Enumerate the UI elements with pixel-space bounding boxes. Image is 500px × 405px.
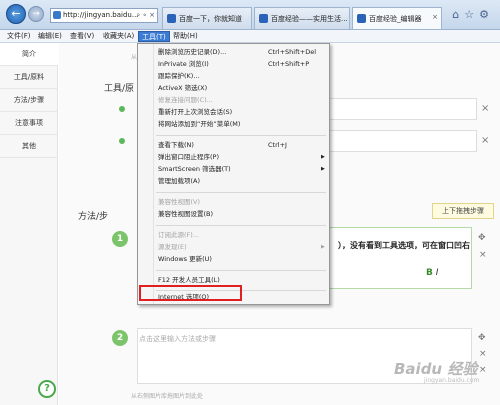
tab-label: 百度一下，你就知道 <box>179 15 242 23</box>
submenu-arrow-icon: ▶ <box>321 154 325 160</box>
menu-shortcut: Ctrl+Shift+P <box>268 60 310 68</box>
menu-item-reopen-session[interactable]: 重新打开上次浏览会话(S) <box>138 107 329 118</box>
menu-separator <box>156 270 326 271</box>
menu-item-view-downloads[interactable]: 查看下载(N) Ctrl+J <box>138 140 329 151</box>
menu-item-smartscreen[interactable]: SmartScreen 筛选器(T) ▶ <box>138 164 329 175</box>
back-arrow-icon: ← <box>11 7 21 20</box>
menu-tools[interactable]: 工具(T) <box>138 31 170 42</box>
menu-item-activex-filter[interactable]: ActiveX 筛选(X) <box>138 83 329 94</box>
menu-item-inprivate[interactable]: InPrivate 浏览(I) Ctrl+Shift+P <box>138 59 329 70</box>
browser-titlebar: ← → http://jingyan.baidu... ⌕ ∘ × 百度一下，你… <box>0 0 500 30</box>
forward-button[interactable]: → <box>28 6 44 22</box>
menu-shortcut: Ctrl+J <box>268 141 287 149</box>
address-bar[interactable]: http://jingyan.baidu... ⌕ ∘ × <box>50 8 158 23</box>
menu-item-label: 弹出窗口阻止程序(P) <box>158 153 219 161</box>
tab-label: 百度经验——实用生活... <box>271 15 348 23</box>
nav-item-tools[interactable]: 工具/原料 <box>0 66 58 89</box>
nav-item-notes[interactable]: 注意事项 <box>0 112 58 135</box>
nav-item-other[interactable]: 其他 <box>0 135 58 158</box>
left-nav: 简介 工具/原料 方法/步骤 注意事项 其他 ? <box>0 43 58 405</box>
menu-view[interactable]: 查看(V) <box>67 31 97 42</box>
bold-button[interactable]: B <box>426 268 433 278</box>
browser-tab-active[interactable]: 百度经验_编辑器 × <box>352 7 442 29</box>
menu-item-fix-connection: 修复连接问题(C)... <box>158 96 213 104</box>
menu-item-label: InPrivate 浏览(I) <box>158 60 209 68</box>
menu-item-label: 查看下载(N) <box>158 141 194 149</box>
menu-separator <box>156 135 326 136</box>
menu-item-label: 删除浏览历史记录(D)... <box>158 48 227 56</box>
remove-icon[interactable]: × <box>479 349 487 359</box>
menu-separator <box>156 225 326 226</box>
nav-item-intro[interactable]: 简介 <box>0 43 58 66</box>
annotation-highlight-box <box>139 285 242 301</box>
remove-icon[interactable]: × <box>479 365 487 375</box>
menu-item-tracking-protection[interactable]: 跟踪保护(K)... <box>138 71 329 82</box>
remove-icon[interactable]: × <box>481 103 489 114</box>
baidu-favicon-icon <box>357 14 366 23</box>
help-button[interactable]: ? <box>38 380 56 398</box>
menu-item-popup-blocker[interactable]: 弹出窗口阻止程序(P) ▶ <box>138 152 329 163</box>
section-steps-title: 方法/步 <box>78 212 109 222</box>
tab-label: 百度经验_编辑器 <box>369 15 422 23</box>
menu-favorites[interactable]: 收藏夹(A) <box>100 31 137 42</box>
baidu-favicon-icon <box>167 14 176 23</box>
move-icon[interactable]: ✥ <box>478 233 486 243</box>
move-icon[interactable]: ✥ <box>478 333 486 343</box>
menu-separator <box>156 192 326 193</box>
menu-item-subscribe-feed: 订阅此源(F)... <box>158 231 200 239</box>
browser-toolbar-icons[interactable]: ⌂☆⚙ <box>452 8 494 21</box>
italic-button[interactable]: I <box>436 268 439 278</box>
baidu-watermark: Baidu 经验 <box>394 360 478 378</box>
menu-help[interactable]: 帮助(H) <box>170 31 201 42</box>
address-text: http://jingyan.baidu... <box>63 11 139 19</box>
site-favicon-icon <box>53 11 61 19</box>
reorder-tooltip: 上下拖拽步骤 <box>432 203 494 219</box>
remove-icon[interactable]: × <box>479 250 487 260</box>
remove-icon[interactable]: × <box>481 135 489 146</box>
baidu-favicon-icon <box>259 14 268 23</box>
section-tools-title: 工具/原 <box>104 84 135 94</box>
menu-file[interactable]: 文件(F) <box>4 31 34 42</box>
menu-item-compat-view: 兼容性视图(V) <box>158 198 201 206</box>
step-number-2: 2 <box>112 330 128 346</box>
menu-item-feed-discovery: 源发现(E) ▶ <box>138 242 329 253</box>
menu-edit[interactable]: 编辑(E) <box>35 31 65 42</box>
forward-arrow-icon: → <box>32 9 40 19</box>
menu-item-label: 源发现(E) <box>158 243 187 251</box>
bullet-icon <box>119 138 125 144</box>
menu-item-delete-history[interactable]: 删除浏览历史记录(D)... Ctrl+Shift+Del <box>138 47 329 58</box>
upload-hint: 从右侧图片库拖图片到此处 <box>131 393 204 400</box>
menu-shortcut: Ctrl+Shift+Del <box>268 48 317 56</box>
menu-item-manage-addons[interactable]: 管理加载项(A) <box>138 176 329 187</box>
submenu-arrow-icon: ▶ <box>321 166 325 172</box>
menu-item-add-to-start[interactable]: 将网站添加到“开始”菜单(M) <box>138 119 329 130</box>
nav-item-steps[interactable]: 方法/步骤 <box>0 89 58 112</box>
menu-item-windows-update[interactable]: Windows 更新(U) <box>138 254 329 265</box>
step1-text: ），没有看到工具选项，可在窗口凹右 <box>338 241 470 250</box>
step2-placeholder: 点击这里输入方法或步骤 <box>139 335 216 343</box>
address-bar-icons[interactable]: ⌕ ∘ × <box>136 9 155 22</box>
back-button[interactable]: ← <box>6 4 26 24</box>
menu-item-label: SmartScreen 筛选器(T) <box>158 165 231 173</box>
menu-bar: 文件(F) 编辑(E) 查看(V) 收藏夹(A) 工具(T) 帮助(H) <box>0 30 500 43</box>
submenu-arrow-icon: ▶ <box>321 244 325 250</box>
tools-dropdown-menu: 删除浏览历史记录(D)... Ctrl+Shift+Del InPrivate 浏… <box>137 43 330 305</box>
step-number-1: 1 <box>112 231 128 247</box>
menu-item-compat-view-settings[interactable]: 兼容性视图设置(B) <box>138 209 329 220</box>
tab-close-icon[interactable]: × <box>432 13 438 21</box>
baidu-watermark-url: jingyan.baidu.com <box>424 377 480 384</box>
bullet-icon <box>119 106 125 112</box>
browser-tab[interactable]: 百度一下，你就知道 <box>162 7 252 29</box>
browser-tab[interactable]: 百度经验——实用生活... <box>254 7 350 29</box>
format-toolbar: B I <box>426 268 438 278</box>
